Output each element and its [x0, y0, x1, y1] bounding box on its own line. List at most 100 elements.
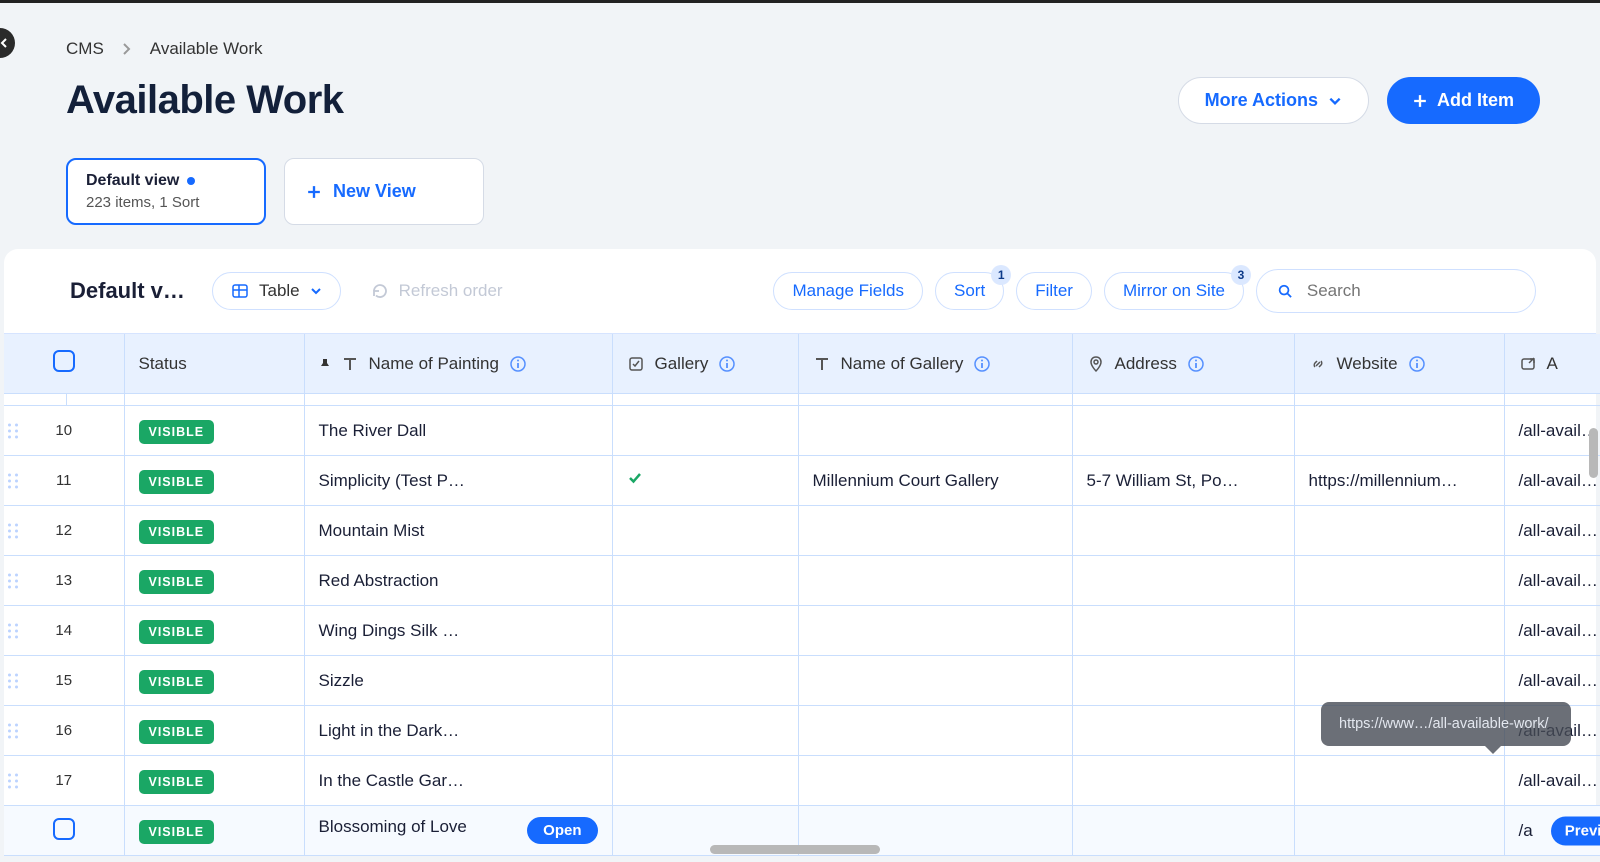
col-gallery[interactable]: Gallery [612, 334, 798, 394]
cell-name[interactable]: Sizzle [304, 656, 612, 706]
view-card-subtitle: 223 items, 1 Sort [86, 194, 246, 211]
cell-name[interactable]: Simplicity (Test P… [304, 456, 612, 506]
cell-address[interactable] [1072, 656, 1294, 706]
cell-website[interactable] [1294, 406, 1504, 456]
cell-gallery-name[interactable] [798, 556, 1072, 606]
cell-website[interactable]: https://millennium… [1294, 456, 1504, 506]
col-name[interactable]: Name of Painting [304, 334, 612, 394]
table-row[interactable]: 10VISIBLEThe River Dall/all-avail…/ [4, 406, 1600, 456]
cell-link[interactable]: /all-avail… [1504, 506, 1600, 556]
cell-link[interactable]: /all-avail… [1504, 556, 1600, 606]
cell-link[interactable]: /all-avail… [1504, 606, 1600, 656]
cell-gallery[interactable] [612, 456, 798, 506]
cell-name[interactable]: Wing Dings Silk … [304, 606, 612, 656]
col-address[interactable]: Address [1072, 334, 1294, 394]
open-button[interactable]: Open [527, 817, 597, 844]
cell-gallery-name[interactable] [798, 606, 1072, 656]
view-card-default[interactable]: Default view 223 items, 1 Sort [66, 158, 266, 225]
col-website[interactable]: Website [1294, 334, 1504, 394]
cell-website[interactable] [1294, 556, 1504, 606]
cell-gallery-name[interactable] [798, 406, 1072, 456]
cell-address[interactable] [1072, 406, 1294, 456]
cell-name[interactable]: In the Castle Gar… [304, 756, 612, 806]
cell-name[interactable]: Mountain Mist [304, 506, 612, 556]
cell-gallery[interactable] [612, 606, 798, 656]
cell-address[interactable] [1072, 556, 1294, 606]
cell-gallery[interactable] [612, 556, 798, 606]
sort-button[interactable]: Sort 1 [935, 272, 1004, 310]
horizontal-scrollbar[interactable] [310, 845, 1290, 854]
cell-address[interactable]: 5-7 William St, Po… [1072, 456, 1294, 506]
row-handle[interactable]: 13 [4, 556, 124, 606]
row-checkbox[interactable] [53, 818, 75, 840]
row-handle[interactable]: 12 [4, 506, 124, 556]
preview-button[interactable]: Preview [1551, 816, 1600, 845]
table-row[interactable]: 13VISIBLERed Abstraction/all-avail…/ [4, 556, 1600, 606]
scroll-thumb[interactable] [710, 845, 880, 854]
cell-address[interactable] [1072, 606, 1294, 656]
table-mode-selector[interactable]: Table [212, 272, 341, 310]
mirror-badge: 3 [1231, 265, 1251, 285]
cell-address[interactable] [1072, 706, 1294, 756]
row-number: 11 [56, 472, 72, 489]
add-item-button[interactable]: Add Item [1387, 77, 1540, 124]
table-row[interactable]: 17VISIBLEIn the Castle Gar…/all-avail…/ [4, 756, 1600, 806]
more-actions-button[interactable]: More Actions [1178, 77, 1369, 124]
cell-gallery[interactable] [612, 506, 798, 556]
cell-link[interactable]: /all-avail… [1504, 406, 1600, 456]
cell-gallery[interactable] [612, 706, 798, 756]
table-row[interactable]: 11VISIBLESimplicity (Test P…Millennium C… [4, 456, 1600, 506]
row-handle[interactable] [4, 806, 124, 856]
row-number: 12 [55, 522, 72, 539]
cell-gallery[interactable] [612, 756, 798, 806]
cell-link[interactable]: /aPreview [1504, 806, 1600, 856]
manage-fields-button[interactable]: Manage Fields [773, 272, 923, 310]
cell-gallery-name[interactable] [798, 506, 1072, 556]
cell-gallery-name[interactable] [798, 656, 1072, 706]
chevron-right-icon [122, 42, 132, 56]
breadcrumb-root[interactable]: CMS [66, 39, 104, 59]
cell-gallery[interactable] [612, 406, 798, 456]
cell-link[interactable]: /all-avail… [1504, 456, 1600, 506]
filter-button[interactable]: Filter [1016, 272, 1092, 310]
cell-website[interactable] [1294, 756, 1504, 806]
row-handle[interactable]: 10 [4, 406, 124, 456]
sort-badge: 1 [991, 265, 1011, 285]
cell-address[interactable] [1072, 756, 1294, 806]
cell-website[interactable] [1294, 606, 1504, 656]
table-row[interactable]: 14VISIBLEWing Dings Silk …/all-avail…/ [4, 606, 1600, 656]
col-status[interactable]: Status [124, 334, 304, 394]
table-row[interactable]: 12VISIBLEMountain Mist/all-avail…/ [4, 506, 1600, 556]
cell-name[interactable]: Light in the Dark… [304, 706, 612, 756]
cell-name[interactable]: The River Dall [304, 406, 612, 456]
cell-website[interactable] [1294, 806, 1504, 856]
cell-gallery[interactable] [612, 656, 798, 706]
cell-link[interactable]: /all-avail… [1504, 756, 1600, 806]
vertical-scrollbar[interactable] [1589, 428, 1598, 478]
row-handle[interactable]: 17 [4, 756, 124, 806]
cell-gallery-name[interactable]: Millennium Court Gallery [798, 456, 1072, 506]
cell-gallery-name[interactable] [798, 756, 1072, 806]
mirror-on-site-button[interactable]: Mirror on Site 3 [1104, 272, 1244, 310]
search-input[interactable] [1305, 280, 1515, 302]
cell-address[interactable] [1072, 506, 1294, 556]
status-badge: VISIBLE [139, 520, 215, 544]
row-handle[interactable]: 16 [4, 706, 124, 756]
select-all-checkbox[interactable] [53, 350, 75, 372]
pin-icon [319, 358, 331, 370]
cell-website[interactable] [1294, 656, 1504, 706]
cell-gallery-name[interactable] [798, 706, 1072, 756]
cell-name[interactable]: Red Abstraction [304, 556, 612, 606]
url-tooltip: https://www…/all-available-work/ [1321, 702, 1571, 746]
table-row[interactable]: 15VISIBLESizzle/all-avail…/ [4, 656, 1600, 706]
check-icon [627, 470, 643, 486]
search-input-wrap[interactable] [1256, 269, 1536, 313]
col-link[interactable]: A [1504, 334, 1600, 394]
cell-link[interactable]: /all-avail… [1504, 656, 1600, 706]
cell-website[interactable] [1294, 506, 1504, 556]
col-gallery-name[interactable]: Name of Gallery [798, 334, 1072, 394]
new-view-button[interactable]: New View [284, 158, 484, 225]
row-handle[interactable]: 15 [4, 656, 124, 706]
row-handle[interactable]: 14 [4, 606, 124, 656]
row-handle[interactable]: 11 [4, 456, 124, 506]
